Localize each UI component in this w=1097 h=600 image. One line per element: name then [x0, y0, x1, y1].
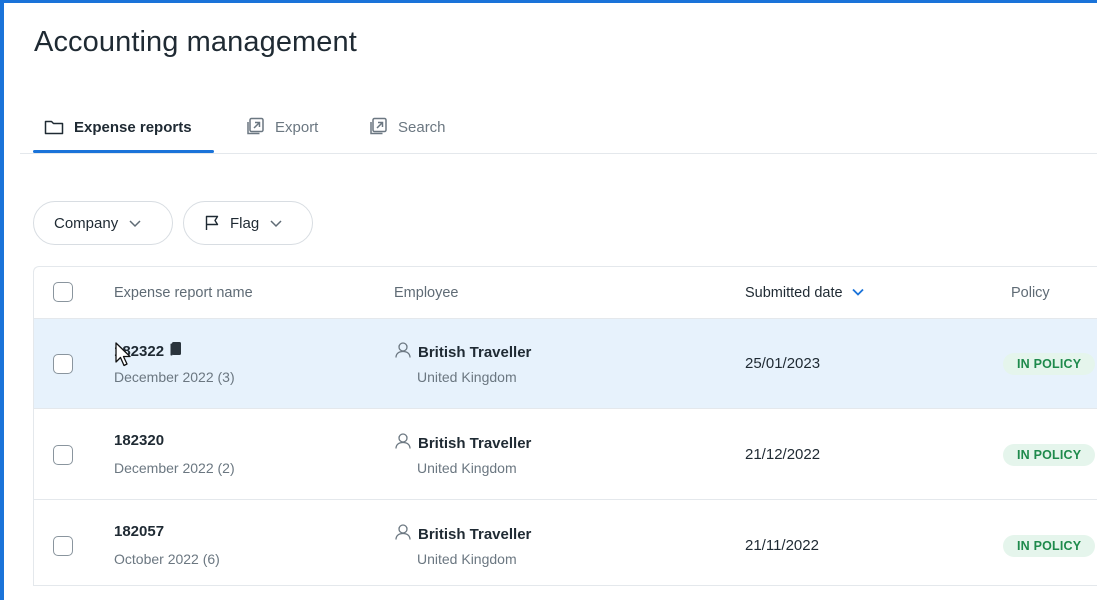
select-all-checkbox[interactable]	[53, 282, 73, 302]
external-link-icon	[368, 117, 388, 137]
row-checkbox[interactable]	[53, 354, 73, 374]
column-header-label: Submitted date	[745, 285, 843, 301]
report-id[interactable]: 182057	[114, 523, 164, 540]
tab-label: Expense reports	[74, 118, 192, 136]
company-filter[interactable]: Company	[33, 201, 173, 245]
policy-badge: IN POLICY	[1003, 444, 1096, 466]
policy-badge: IN POLICY	[1003, 353, 1096, 375]
active-tab-indicator	[33, 150, 214, 153]
tab-search[interactable]: Search	[368, 100, 446, 154]
row-checkbox[interactable]	[53, 536, 73, 556]
flag-icon	[204, 215, 220, 231]
column-header-policy[interactable]: Policy	[1011, 267, 1050, 319]
table-row[interactable]: 182320 December 2022 (2) British Travell…	[34, 410, 1097, 500]
submitted-date: 25/01/2023	[745, 355, 821, 372]
report-period: October 2022 (6)	[114, 551, 220, 567]
filter-label: Company	[54, 214, 119, 232]
filter-label: Flag	[230, 214, 260, 232]
tab-bar: Expense reports Export Search	[20, 100, 1097, 154]
employee-name-text: British Traveller	[418, 343, 532, 361]
employee-name: British Traveller	[394, 523, 531, 545]
column-header-name[interactable]: Expense report name	[114, 267, 253, 319]
sort-chevron-down-icon[interactable]	[851, 285, 865, 301]
employee-country: United Kingdom	[417, 460, 517, 476]
chevron-down-icon	[269, 218, 283, 228]
page-title: Accounting management	[34, 26, 357, 58]
tab-expense-reports[interactable]: Expense reports	[44, 100, 192, 154]
flag-filter[interactable]: Flag	[183, 201, 313, 245]
employee-country: United Kingdom	[417, 551, 517, 567]
column-header-submitted-date[interactable]: Submitted date	[745, 267, 865, 319]
user-icon	[394, 523, 412, 545]
submitted-date: 21/11/2022	[745, 537, 819, 554]
report-id-text: 182057	[114, 523, 165, 540]
row-checkbox[interactable]	[53, 445, 73, 465]
table-header: Expense report name Employee Submitted d…	[34, 267, 1097, 319]
tab-label: Export	[275, 118, 319, 136]
employee-name-text: British Traveller	[418, 525, 532, 543]
tab-label: Search	[398, 118, 446, 136]
user-icon	[394, 432, 412, 454]
expense-reports-table: Expense report name Employee Submitted d…	[33, 266, 1097, 586]
external-link-icon	[245, 117, 265, 137]
tab-export[interactable]: Export	[245, 100, 318, 154]
chevron-down-icon	[128, 218, 142, 228]
table-row[interactable]: 182057 October 2022 (6) British Travelle…	[34, 501, 1097, 585]
employee-country: United Kingdom	[417, 369, 517, 385]
document-icon	[170, 341, 182, 361]
table-row[interactable]: 182322 December 2022 (3) British Travell…	[34, 319, 1097, 409]
user-icon	[394, 341, 412, 363]
report-period: December 2022 (2)	[114, 460, 235, 476]
employee-name-text: British Traveller	[418, 434, 532, 452]
policy-badge: IN POLICY	[1003, 535, 1096, 557]
submitted-date: 21/12/2022	[745, 446, 821, 463]
window-frame-top	[0, 0, 1097, 3]
mouse-pointer-icon	[115, 342, 133, 373]
report-id[interactable]: 182320	[114, 432, 164, 449]
folder-icon	[44, 119, 64, 135]
employee-name: British Traveller	[394, 432, 531, 454]
employee-name: British Traveller	[394, 341, 531, 363]
column-header-employee[interactable]: Employee	[394, 267, 458, 319]
report-id-text: 182320	[114, 432, 165, 449]
window-frame-left	[0, 0, 4, 600]
